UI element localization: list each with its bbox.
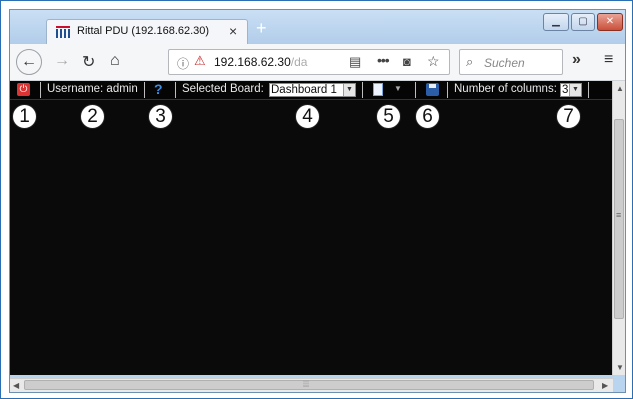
columns-label: Number of columns: xyxy=(454,83,557,95)
search-placeholder: Suchen xyxy=(484,56,525,70)
toolbar-separator xyxy=(588,82,589,98)
page-actions-icon[interactable]: ••• xyxy=(377,52,390,68)
rittal-logo-icon xyxy=(56,26,70,38)
help-icon[interactable]: ? xyxy=(154,81,163,97)
scroll-grip-icon: ⦙⦙⦙ xyxy=(303,379,310,389)
callout-6: 6 xyxy=(415,104,440,129)
home-button[interactable]: ⌂ xyxy=(110,52,120,70)
scroll-right-arrow-icon[interactable]: ▶ xyxy=(602,381,608,390)
browser-window: Rittal PDU (192.168.62.30) × + ▁ ▢ ✕ ← →… xyxy=(9,9,626,393)
callout-5: 5 xyxy=(376,104,401,129)
vertical-scrollbar[interactable]: ▲ ≡ ▼ xyxy=(612,81,625,375)
minimize-button[interactable]: ▁ xyxy=(543,13,569,31)
new-document-icon[interactable] xyxy=(373,83,383,96)
tab-bar: Rittal PDU (192.168.62.30) × + ▁ ▢ ✕ xyxy=(10,10,625,45)
overflow-menu-button[interactable]: » xyxy=(572,51,581,69)
toolbar-separator xyxy=(40,82,41,98)
toolbar-separator xyxy=(415,82,416,98)
url-text[interactable]: 192.168.62.30/da xyxy=(214,55,322,69)
back-button[interactable]: ← xyxy=(16,49,42,75)
scroll-grip-icon: ≡ xyxy=(616,210,622,220)
callout-2: 2 xyxy=(80,104,105,129)
forward-button[interactable]: → xyxy=(54,52,70,70)
pdu-toolbar: ⏻ Username: admin ? Selected Board: Dash… xyxy=(10,81,613,100)
reload-button[interactable]: ↻ xyxy=(82,52,95,72)
screenshot-frame: Rittal PDU (192.168.62.30) × + ▁ ▢ ✕ ← →… xyxy=(0,0,633,399)
toolbar-separator xyxy=(447,82,448,98)
maximize-button[interactable]: ▢ xyxy=(571,13,595,31)
bookmark-star-icon[interactable]: ☆ xyxy=(427,53,440,70)
new-tab-button[interactable]: + xyxy=(256,18,267,39)
tab-title: Rittal PDU (192.168.62.30) xyxy=(77,25,210,37)
site-info-icon[interactable]: ⓘ xyxy=(177,55,189,72)
close-window-button[interactable]: ✕ xyxy=(597,13,623,31)
username-label: Username: admin xyxy=(47,83,138,95)
search-icon: ⌕ xyxy=(466,54,474,69)
callout-3: 3 xyxy=(148,104,173,129)
callout-7: 7 xyxy=(556,104,581,129)
dashboard-select-value: Dashboard 1 xyxy=(271,84,337,96)
chevron-down-icon: ▼ xyxy=(569,84,581,96)
toolbar-separator xyxy=(144,82,145,98)
dashboard-select[interactable]: Dashboard 1 ▼ xyxy=(269,83,356,97)
scroll-left-arrow-icon[interactable]: ◀ xyxy=(13,381,19,390)
chevron-down-icon: ▼ xyxy=(343,84,355,96)
logout-power-icon[interactable]: ⏻ xyxy=(17,83,30,96)
save-icon[interactable] xyxy=(426,83,439,96)
chevron-down-icon[interactable]: ▼ xyxy=(394,84,402,93)
columns-select-value: 3 xyxy=(562,84,569,96)
navigation-toolbar: ← → ↻ ⌂ ⓘ ⚠ 192.168.62.30/da ▤ ••• ◙ ☆ ⌕… xyxy=(10,44,625,81)
pocket-icon[interactable]: ◙ xyxy=(403,54,411,69)
callout-4: 4 xyxy=(295,104,320,129)
columns-select[interactable]: 3 ▼ xyxy=(560,83,582,97)
selected-board-label: Selected Board: xyxy=(182,83,264,95)
scroll-up-arrow-icon[interactable]: ▲ xyxy=(616,84,624,93)
url-path: /da xyxy=(290,55,308,69)
close-tab-icon[interactable]: × xyxy=(229,23,237,39)
toolbar-separator xyxy=(362,82,363,98)
search-input[interactable]: ⌕ Suchen xyxy=(459,49,563,75)
insecure-lock-icon[interactable]: ⚠ xyxy=(194,53,206,69)
callout-1: 1 xyxy=(12,104,37,129)
horizontal-scrollbar[interactable]: ◀ ⦙⦙⦙ ▶ xyxy=(10,378,613,392)
hamburger-menu-button[interactable]: ≡ xyxy=(604,51,613,69)
url-host: 192.168.62.30 xyxy=(214,55,291,69)
scroll-down-arrow-icon[interactable]: ▼ xyxy=(616,363,624,372)
reader-view-icon[interactable]: ▤ xyxy=(349,54,361,70)
tab-rittal-pdu[interactable]: Rittal PDU (192.168.62.30) × xyxy=(46,19,248,45)
url-bar[interactable]: ⓘ ⚠ 192.168.62.30/da ▤ ••• ◙ ☆ xyxy=(168,49,450,75)
toolbar-separator xyxy=(175,82,176,98)
